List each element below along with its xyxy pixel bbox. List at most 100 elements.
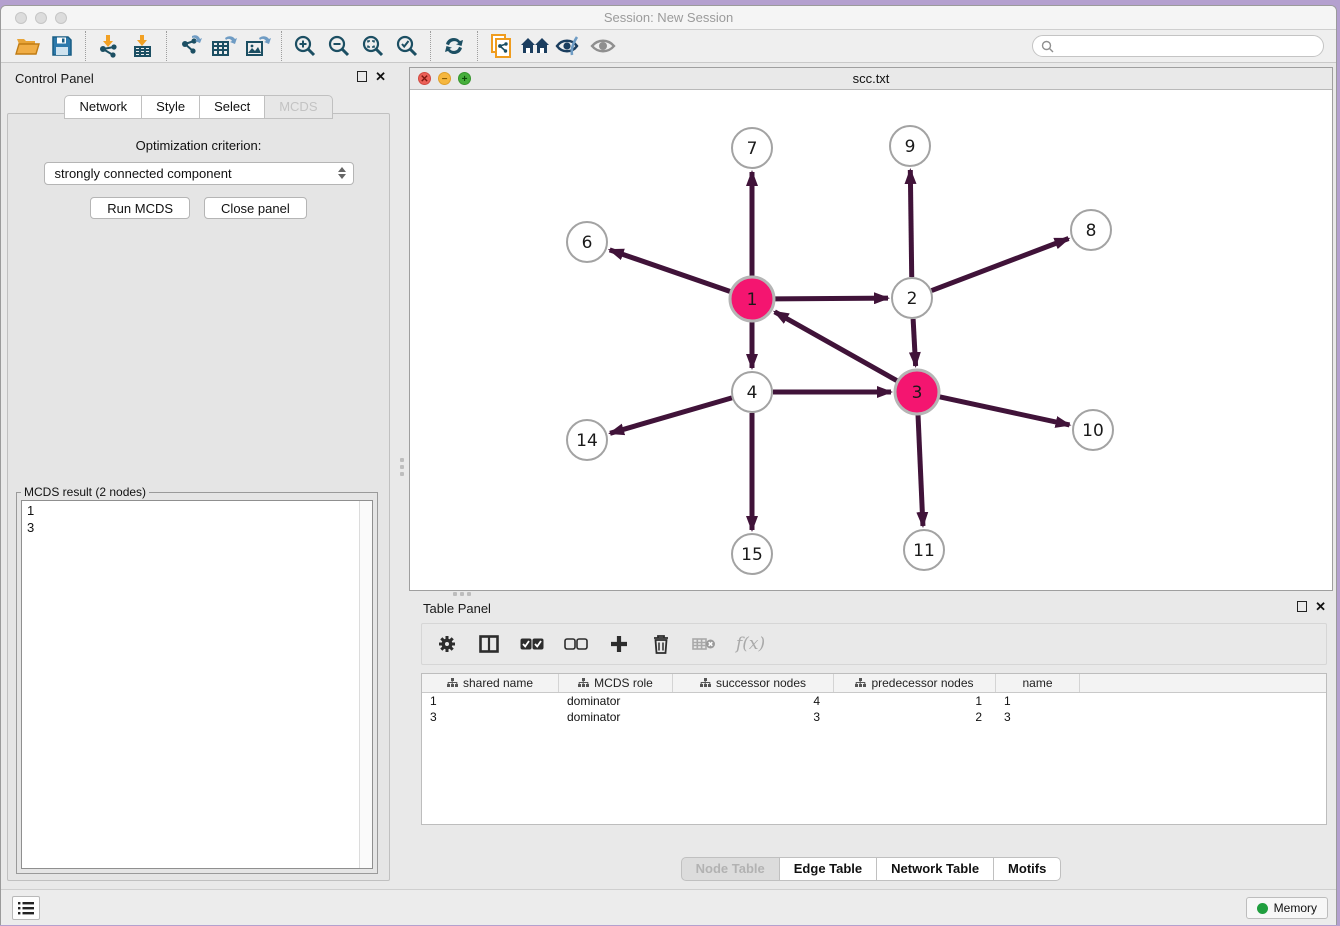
- cell-successor-nodes: 4: [673, 693, 834, 709]
- import-network-icon[interactable]: [92, 32, 126, 60]
- main-area: Control Panel ✕ NetworkStyleSelectMCDS O…: [1, 63, 1336, 889]
- cell-successor-nodes: 3: [673, 709, 834, 725]
- float-panel-icon[interactable]: [357, 71, 367, 82]
- column-header-predecessor-nodes[interactable]: predecessor nodes: [834, 674, 996, 692]
- edge-2-9[interactable]: [910, 170, 911, 277]
- edge-4-14[interactable]: [610, 398, 732, 433]
- hide-selected-icon[interactable]: [552, 32, 586, 60]
- control-tab-network[interactable]: Network: [64, 95, 142, 119]
- column-header-shared-name[interactable]: shared name: [422, 674, 559, 692]
- node-table-body: 1dominator4113dominator323: [422, 693, 1326, 725]
- cell-name: 1: [996, 693, 1080, 709]
- mcds-result-groupbox: MCDS result (2 nodes) 13: [16, 492, 378, 874]
- status-bar: Memory: [1, 889, 1336, 925]
- zoom-fit-icon[interactable]: [356, 32, 390, 60]
- edge-3-11[interactable]: [918, 415, 923, 526]
- export-network-icon[interactable]: [173, 32, 207, 60]
- zoom-out-icon[interactable]: [322, 32, 356, 60]
- dropdown-arrows-icon: [338, 167, 346, 179]
- network-canvas[interactable]: 1234678910111415: [410, 90, 1332, 590]
- toolbar-separator: [477, 31, 478, 61]
- optimization-criterion-value: strongly connected component: [55, 166, 232, 181]
- columns-icon[interactable]: [478, 632, 500, 656]
- edge-1-6[interactable]: [610, 250, 731, 292]
- control-tab-style[interactable]: Style: [142, 95, 200, 119]
- first-neighbors-icon[interactable]: [518, 32, 552, 60]
- run-mcds-button[interactable]: Run MCDS: [90, 197, 190, 219]
- column-header-successor-nodes[interactable]: successor nodes: [673, 674, 834, 692]
- column-hierarchy-icon: [447, 678, 458, 688]
- refresh-layout-icon[interactable]: [437, 32, 471, 60]
- settings-icon[interactable]: [436, 632, 458, 656]
- column-header-name[interactable]: name: [996, 674, 1080, 692]
- fx-label: f(x): [736, 634, 765, 654]
- edge-2-8[interactable]: [932, 239, 1069, 291]
- cell-mcds-role: dominator: [559, 709, 673, 725]
- graph-node-label-3: 3: [912, 383, 923, 403]
- export-image-icon[interactable]: [241, 32, 275, 60]
- zoom-selected-icon[interactable]: [390, 32, 424, 60]
- mcds-result-item: 3: [27, 519, 367, 536]
- deselect-all-icon[interactable]: [564, 632, 588, 656]
- control-tab-mcds[interactable]: MCDS: [265, 95, 332, 119]
- save-session-icon[interactable]: [45, 32, 79, 60]
- close-table-panel-icon[interactable]: ✕: [1315, 601, 1326, 612]
- graph-node-label-6: 6: [582, 233, 593, 253]
- graph-node-label-9: 9: [905, 137, 916, 157]
- graph-node-label-14: 14: [576, 431, 598, 451]
- memory-status-icon: [1257, 903, 1268, 914]
- column-label-name: name: [1022, 676, 1052, 690]
- toolbar-separator: [166, 31, 167, 61]
- column-header-mcds-role[interactable]: MCDS role: [559, 674, 673, 692]
- edge-1-2[interactable]: [775, 298, 888, 299]
- delete-table-icon[interactable]: [692, 632, 716, 656]
- delete-row-icon[interactable]: [650, 632, 672, 656]
- export-table-icon[interactable]: [207, 32, 241, 60]
- edge-3-10[interactable]: [939, 397, 1069, 425]
- column-hierarchy-icon: [578, 678, 589, 688]
- graph-node-label-10: 10: [1082, 421, 1104, 441]
- import-table-icon[interactable]: [126, 32, 160, 60]
- zoom-in-icon[interactable]: [288, 32, 322, 60]
- select-all-icon[interactable]: [520, 632, 544, 656]
- table-tab-edge-table[interactable]: Edge Table: [780, 857, 877, 881]
- vertical-splitter-handle[interactable]: [399, 458, 405, 482]
- close-panel-button[interactable]: Close panel: [204, 197, 307, 219]
- close-panel-icon[interactable]: ✕: [375, 71, 386, 82]
- search-container: [1032, 35, 1324, 57]
- mcds-result-item: 1: [27, 502, 367, 519]
- function-builder-icon[interactable]: f(x): [736, 632, 765, 656]
- edge-3-1[interactable]: [775, 312, 897, 381]
- network-view-window: ✕ − + scc.txt 1234678910111415: [409, 67, 1333, 591]
- control-panel-header: Control Panel ✕: [1, 67, 396, 91]
- clone-network-icon[interactable]: [484, 32, 518, 60]
- table-row[interactable]: 3dominator323: [422, 709, 1326, 725]
- node-table[interactable]: shared nameMCDS rolesuccessor nodesprede…: [421, 673, 1327, 825]
- app-window: Session: New Session: [0, 5, 1337, 925]
- add-row-icon[interactable]: [608, 632, 630, 656]
- graph-node-label-7: 7: [747, 139, 758, 159]
- memory-button[interactable]: Memory: [1246, 897, 1328, 919]
- graph-node-label-11: 11: [913, 541, 935, 561]
- show-all-icon[interactable]: [586, 32, 620, 60]
- mcds-result-list[interactable]: 13: [21, 500, 373, 869]
- network-graph[interactable]: 1234678910111415: [410, 90, 1332, 590]
- graph-node-label-1: 1: [747, 290, 758, 310]
- open-session-icon[interactable]: [11, 32, 45, 60]
- control-panel: Control Panel ✕ NetworkStyleSelectMCDS O…: [1, 67, 396, 881]
- task-history-button[interactable]: [12, 896, 40, 920]
- table-panel-title: Table Panel: [423, 601, 491, 616]
- control-panel-title: Control Panel: [15, 71, 94, 86]
- search-input[interactable]: [1032, 35, 1324, 57]
- table-row[interactable]: 1dominator411: [422, 693, 1326, 709]
- table-tab-network-table[interactable]: Network Table: [877, 857, 994, 881]
- edge-2-3[interactable]: [913, 319, 916, 366]
- optimization-criterion-select[interactable]: strongly connected component: [44, 162, 354, 185]
- control-tab-select[interactable]: Select: [200, 95, 265, 119]
- cell-predecessor-nodes: 1: [834, 693, 996, 709]
- float-table-panel-icon[interactable]: [1297, 601, 1307, 612]
- result-scrollbar[interactable]: [359, 501, 372, 868]
- table-tab-motifs[interactable]: Motifs: [994, 857, 1061, 881]
- table-tab-node-table[interactable]: Node Table: [681, 857, 780, 881]
- toolbar-separator: [85, 31, 86, 61]
